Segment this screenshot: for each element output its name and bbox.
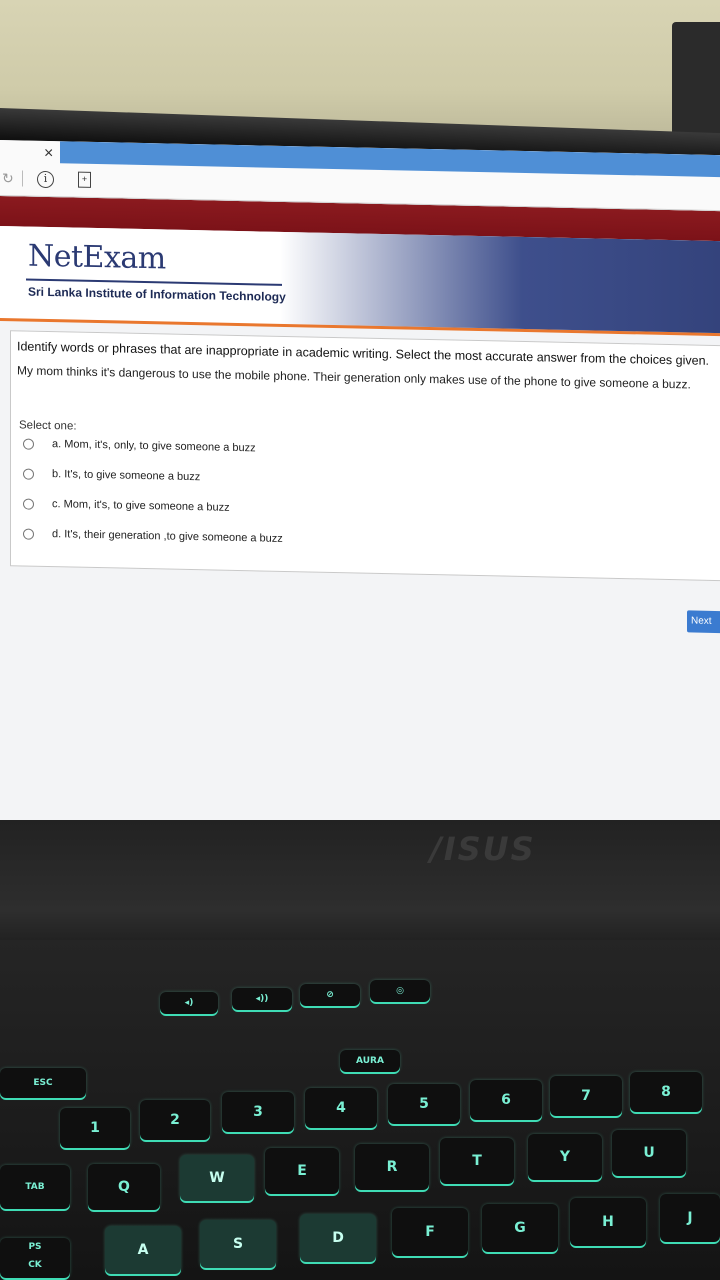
esc-key[interactable]: ESC bbox=[0, 1068, 86, 1098]
tab-key[interactable]: TAB bbox=[0, 1165, 70, 1209]
radio-button[interactable] bbox=[23, 467, 34, 480]
key-6[interactable]: 6 bbox=[470, 1080, 542, 1120]
volume-down-key[interactable]: ◂) bbox=[160, 992, 218, 1014]
institute-name: Sri Lanka Institute of Information Techn… bbox=[28, 284, 286, 304]
key-a[interactable]: A bbox=[105, 1226, 181, 1274]
caps-lock-key[interactable]: PS CK bbox=[0, 1238, 70, 1278]
extension-icon[interactable]: + bbox=[78, 171, 91, 188]
key-7[interactable]: 7 bbox=[550, 1076, 622, 1116]
volume-up-key[interactable]: ◂)) bbox=[232, 988, 292, 1010]
key-1[interactable]: 1 bbox=[60, 1108, 130, 1148]
toolbar-divider bbox=[22, 170, 23, 187]
radio-button[interactable] bbox=[23, 437, 34, 450]
aura-key[interactable]: AURA bbox=[340, 1050, 400, 1072]
radio-button[interactable] bbox=[23, 527, 34, 540]
answer-option-label: a. Mom, it's, only, to give someone a bu… bbox=[52, 438, 256, 455]
key-5[interactable]: 5 bbox=[388, 1084, 460, 1124]
question-instruction: Identify words or phrases that are inapp… bbox=[17, 339, 710, 368]
key-4[interactable]: 4 bbox=[305, 1088, 377, 1128]
key-s[interactable]: S bbox=[200, 1220, 276, 1268]
answer-option-label: c. Mom, it's, to give someone a buzz bbox=[52, 498, 230, 514]
select-one-label: Select one: bbox=[19, 419, 77, 433]
reload-icon[interactable]: ↻ bbox=[2, 170, 14, 187]
answer-option-label: d. It's, their generation ,to give someo… bbox=[52, 528, 283, 545]
key-e[interactable]: E bbox=[265, 1148, 339, 1194]
key-u[interactable]: U bbox=[612, 1130, 686, 1176]
question-sentence: My mom thinks it's dangerous to use the … bbox=[17, 363, 691, 392]
site-logo[interactable]: NetExam bbox=[28, 239, 166, 277]
answer-option-a[interactable]: a. Mom, it's, only, to give someone a bu… bbox=[23, 437, 256, 454]
key-g[interactable]: G bbox=[482, 1204, 558, 1252]
answer-option-label: b. It's, to give someone a buzz bbox=[52, 468, 201, 484]
key-d[interactable]: D bbox=[300, 1214, 376, 1262]
header-gradient bbox=[280, 231, 720, 334]
laptop-brand-logo: /ISUS bbox=[430, 830, 536, 868]
answer-option-d[interactable]: d. It's, their generation ,to give someo… bbox=[23, 527, 283, 545]
site-header: NetExam Sri Lanka Institute of Informati… bbox=[0, 226, 720, 337]
key-h[interactable]: H bbox=[570, 1198, 646, 1246]
key-t[interactable]: T bbox=[440, 1138, 514, 1184]
mic-mute-key[interactable]: ⊘ bbox=[300, 984, 360, 1006]
close-icon[interactable]: × bbox=[44, 145, 53, 163]
key-j[interactable]: J bbox=[660, 1194, 720, 1242]
question-card: Identify words or phrases that are inapp… bbox=[10, 330, 720, 582]
answer-option-b[interactable]: b. It's, to give someone a buzz bbox=[23, 467, 200, 483]
key-f[interactable]: F bbox=[392, 1208, 468, 1256]
key-y[interactable]: Y bbox=[528, 1134, 602, 1180]
radio-button[interactable] bbox=[23, 497, 34, 510]
key-8[interactable]: 8 bbox=[630, 1072, 702, 1112]
key-2[interactable]: 2 bbox=[140, 1100, 210, 1140]
info-icon[interactable]: i bbox=[37, 170, 54, 189]
next-button[interactable]: Next bbox=[687, 610, 720, 634]
key-3[interactable]: 3 bbox=[222, 1092, 294, 1132]
laptop-bottom-bezel bbox=[0, 820, 720, 950]
laptop-screen: × ↻ i + NetExam Sri Lanka Institute of I… bbox=[0, 140, 720, 846]
fan-key[interactable]: ◎ bbox=[370, 980, 430, 1002]
key-q[interactable]: Q bbox=[88, 1164, 160, 1210]
key-r[interactable]: R bbox=[355, 1144, 429, 1190]
answer-option-c[interactable]: c. Mom, it's, to give someone a buzz bbox=[23, 497, 230, 514]
key-w[interactable]: W bbox=[180, 1155, 254, 1201]
